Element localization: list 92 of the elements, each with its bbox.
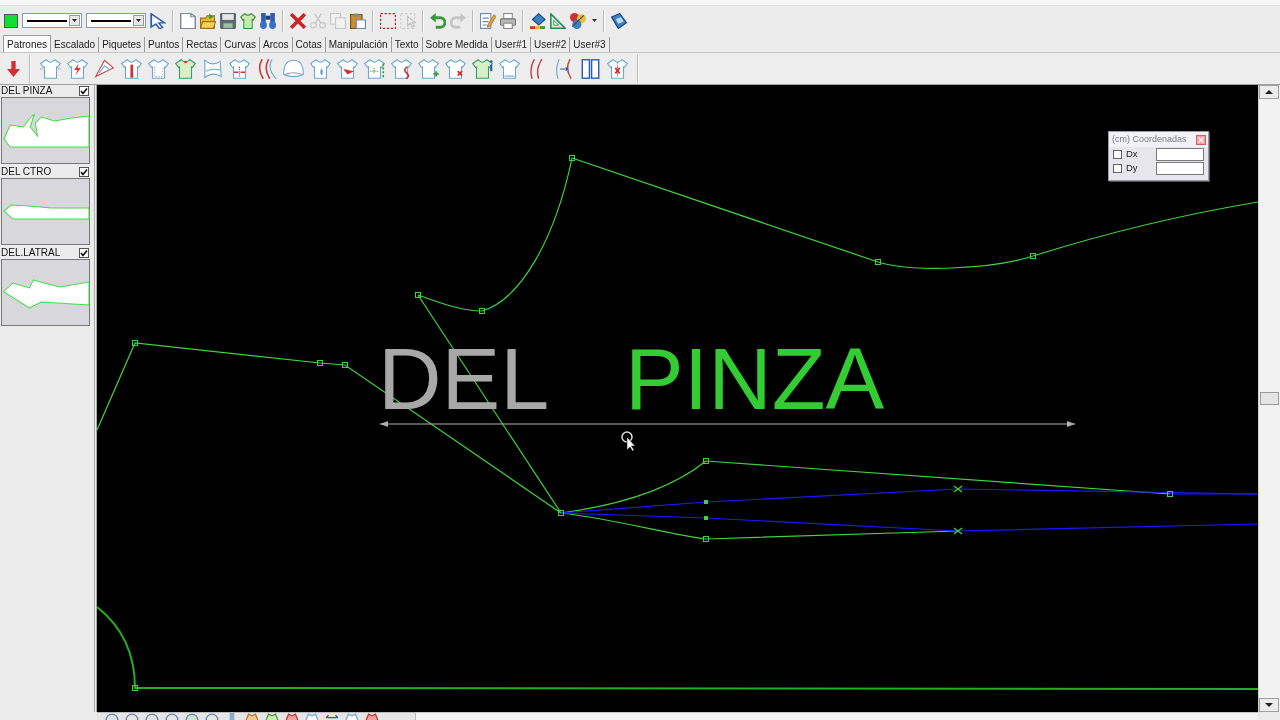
shirt-dotted-icon[interactable] [148, 58, 169, 79]
shirt-seam-cross-icon[interactable] [607, 58, 628, 79]
delete-icon[interactable] [290, 12, 306, 29]
tab[interactable]: Patrones [3, 35, 52, 52]
point-marker-icon [558, 510, 564, 516]
shirt-outline-icon[interactable] [499, 58, 520, 79]
point-marker-icon [1167, 491, 1173, 497]
puzzle-icon[interactable] [570, 12, 586, 29]
field-label: Dy [1126, 160, 1139, 175]
shirt-icon[interactable] [365, 713, 379, 720]
arrow-down-icon[interactable] [7, 60, 20, 77]
drafting-tool-icon[interactable] [94, 58, 115, 79]
shirt-flag-icon[interactable] [337, 58, 358, 79]
shirt-plus-icon[interactable] [418, 58, 439, 79]
piece-name: DEL.LATRAL [1, 247, 61, 259]
scrollbar-thumb[interactable] [1260, 392, 1279, 405]
undo-icon[interactable] [430, 12, 446, 29]
point-marker-icon [1030, 253, 1036, 259]
point-marker-icon [703, 536, 709, 542]
coordinate-field[interactable] [1156, 161, 1204, 175]
shirt-bar-icon[interactable] [121, 58, 142, 79]
point-marker-icon [132, 340, 138, 346]
close-icon[interactable] [1196, 134, 1206, 145]
coordinate-field[interactable] [1156, 147, 1204, 161]
curves-arrows-icon[interactable] [553, 58, 574, 79]
shirt-cross-icon[interactable] [445, 58, 466, 79]
shirt-icon[interactable] [240, 12, 256, 29]
piece-name: DEL CTRO [1, 166, 52, 178]
point-marker-icon [875, 259, 881, 265]
curved-piece-icon[interactable] [202, 58, 223, 79]
point-marker-icon [479, 308, 485, 314]
save-icon[interactable] [220, 12, 236, 29]
field-label: Dx [1126, 146, 1139, 161]
scroll-down-button[interactable] [1259, 698, 1279, 712]
shirt-curve-icon[interactable] [391, 58, 412, 79]
cursor-icon[interactable] [150, 12, 166, 29]
shirt-grid-icon[interactable] [364, 58, 385, 79]
bracket-icon[interactable] [325, 713, 339, 720]
print-icon[interactable] [500, 12, 516, 29]
vertical-scrollbar[interactable] [1258, 85, 1280, 712]
shirt-icon[interactable] [245, 713, 259, 720]
caret-icon[interactable] [592, 19, 597, 22]
paste-icon[interactable] [350, 12, 366, 29]
pattern-label: PINZA [625, 329, 885, 428]
shirt-lightning-icon[interactable] [67, 58, 88, 79]
color-fill-icon[interactable] [530, 12, 546, 29]
point-marker-icon [415, 292, 421, 298]
piece-thumbnail[interactable] [1, 259, 90, 326]
panel-title: (cm) Coordenadas [1112, 132, 1187, 146]
checkbox[interactable] [79, 248, 89, 258]
line-sample-icon [91, 19, 131, 22]
point-marker-icon [569, 155, 575, 161]
point-marker-icon [703, 458, 709, 464]
line-style-dropdown[interactable] [22, 13, 82, 28]
cursor-icon [621, 431, 636, 452]
notepad-pencil-icon[interactable] [480, 12, 496, 29]
piece-thumbnail[interactable] [1, 97, 90, 164]
piece-name: DEL PINZA [1, 85, 53, 97]
checkbox[interactable] [79, 167, 89, 177]
point-marker-icon [317, 360, 323, 366]
dome-shape-icon[interactable] [283, 58, 304, 79]
open-folder-icon[interactable] [200, 12, 216, 29]
checkbox[interactable] [1113, 149, 1122, 159]
point-marker-icon [704, 516, 708, 520]
horizontal-scrollbar[interactable] [415, 712, 1258, 720]
color-swatch-icon[interactable] [4, 13, 18, 28]
shirt-dashed-icon[interactable] [40, 58, 61, 79]
shirt-arrows-icon[interactable] [229, 58, 250, 79]
shirt-icon[interactable] [265, 713, 279, 720]
cross-marker-icon [953, 485, 963, 493]
shirt-icon[interactable] [305, 713, 319, 720]
line-sample-icon [27, 19, 67, 22]
panels-icon[interactable] [580, 58, 601, 79]
dashed-rectangle-icon[interactable] [380, 12, 396, 29]
shirt-icon[interactable] [285, 713, 299, 720]
point-marker-icon [704, 500, 708, 504]
point-marker-icon [342, 362, 348, 368]
checkbox[interactable] [79, 86, 89, 96]
scroll-up-button[interactable] [1259, 85, 1279, 99]
book-icon[interactable] [611, 12, 627, 29]
new-file-icon[interactable] [180, 12, 196, 29]
cross-marker-icon [953, 527, 963, 535]
point-marker-icon [132, 685, 138, 691]
shirt-icon[interactable] [345, 713, 359, 720]
shirt-icon[interactable] [175, 58, 196, 79]
curves-icon[interactable] [256, 58, 277, 79]
checkbox[interactable] [1113, 163, 1122, 173]
line-style-dropdown[interactable] [86, 13, 146, 28]
piece-thumbnail[interactable] [1, 178, 90, 245]
shirt-drop-icon[interactable] [310, 58, 331, 79]
binoculars-icon[interactable] [260, 12, 276, 29]
shirt-info-icon[interactable] [472, 58, 493, 79]
